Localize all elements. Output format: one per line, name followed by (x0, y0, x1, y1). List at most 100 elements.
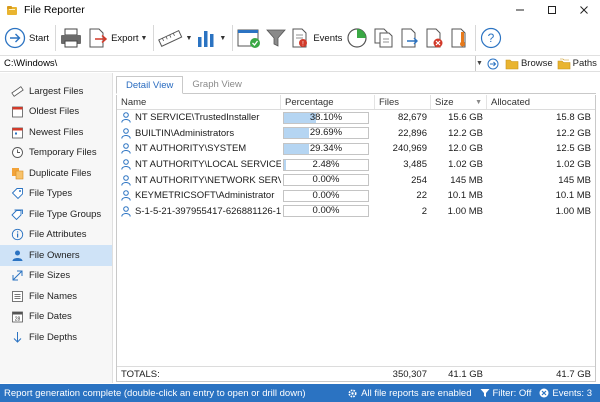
sidebar-item-file-types[interactable]: File Types (0, 184, 112, 205)
table-row[interactable]: S-1-5-21-397955417-626881126-18... 0.00% 2… (117, 204, 595, 220)
sidebar-item-file-owners[interactable]: File Owners (0, 245, 112, 266)
start-button[interactable]: Start (4, 23, 49, 53)
owner-name: NT AUTHORITY\NETWORK SERVICE (135, 174, 281, 186)
sidebar-item-file-dates[interactable]: 28 File Dates (0, 307, 112, 328)
column-header-files[interactable]: Files (375, 95, 431, 109)
tab-graph-view[interactable]: Graph View (183, 75, 250, 93)
percentage-cell: 29.34% (281, 142, 375, 155)
bar-chart-icon (198, 31, 214, 47)
totals-size: 41.1 GB (448, 368, 483, 380)
status-bar: Report generation complete (double-click… (0, 384, 600, 402)
table-body: NT SERVICE\TrustedInstaller 38.10% 82,679 1… (117, 110, 595, 219)
sidebar-item-duplicate-files[interactable]: Duplicate Files (0, 163, 112, 184)
sidebar-item-largest-files[interactable]: Largest Files (0, 81, 112, 102)
sidebar-item-label: File Attributes (29, 229, 87, 241)
paths-button[interactable]: Paths ▼ (557, 58, 600, 70)
ruler-button[interactable]: ▼ (157, 23, 192, 53)
column-header-allocated[interactable]: Allocated (487, 95, 595, 109)
table-row[interactable]: NT AUTHORITY\NETWORK SERVICE 0.00% 254 145 … (117, 172, 595, 188)
title-bar: File Reporter (0, 0, 600, 20)
allocated-cell: 1.00 MB (555, 205, 591, 217)
sidebar-item-label: File Depths (29, 331, 78, 343)
select-reports-button[interactable] (236, 23, 262, 53)
filter-status[interactable]: Filter: Off (480, 388, 531, 399)
allocated-cell: 1.02 GB (556, 159, 591, 171)
sidebar-item-oldest-files[interactable]: Oldest Files (0, 102, 112, 123)
chart-button[interactable]: ▼ (195, 23, 226, 53)
files-cell: 254 (411, 174, 427, 186)
size-cell: 15.6 GB (448, 112, 483, 124)
sidebar-item-label: Duplicate Files (29, 167, 92, 179)
sidebar-item-newest-files[interactable]: Newest Files (0, 122, 112, 143)
resize-arrows-icon (10, 269, 24, 283)
toolbar-separator (153, 25, 155, 51)
export-button[interactable]: Export ▼ (86, 23, 147, 53)
go-button[interactable] (487, 58, 501, 70)
totals-files: 350,307 (392, 368, 427, 380)
sidebar-item-temporary-files[interactable]: Temporary Files (0, 143, 112, 164)
path-input[interactable] (0, 56, 476, 71)
printer-icon (61, 28, 82, 48)
files-cell: 22,896 (397, 127, 427, 139)
events-x-icon (539, 388, 549, 398)
percentage-bar: 0.00% (283, 205, 369, 218)
filter-button[interactable] (265, 23, 287, 53)
pie-chart-button[interactable] (345, 23, 369, 53)
copy-button[interactable] (372, 23, 396, 53)
reports-status[interactable]: All file reports are enabled (347, 388, 472, 399)
percentage-cell: 38.10% (281, 111, 375, 124)
sidebar-item-file-depths[interactable]: File Depths (0, 327, 112, 348)
column-header-size[interactable]: Size ▼ (431, 95, 487, 109)
sidebar-item-file-names[interactable]: File Names (0, 286, 112, 307)
open-file-button[interactable] (399, 23, 421, 53)
owner-name-cell: BUILTIN\Administrators (117, 128, 281, 139)
percentage-bar: 29.69% (283, 127, 369, 140)
events-button[interactable]: ! Events (290, 23, 342, 53)
table-row[interactable]: KEYMETRICSOFT\Administrator 0.00% 22 10.1 M… (117, 188, 595, 204)
toolbar-separator (475, 25, 477, 51)
owner-name-cell: NT SERVICE\TrustedInstaller (117, 112, 281, 123)
maximize-button[interactable] (536, 0, 568, 20)
file-delete-icon (426, 28, 443, 48)
window-controls (504, 0, 600, 20)
close-button[interactable] (568, 0, 600, 20)
toolbar: Start Export ▼ ▼ ▼ ! Events ? (0, 21, 600, 55)
percentage-cell: 0.00% (281, 174, 375, 187)
table-row[interactable]: NT AUTHORITY\SYSTEM 29.34% 240,969 12.0 GB 1… (117, 141, 595, 157)
view-tabs: Detail View Graph View (116, 76, 596, 94)
sidebar-item-label: Temporary Files (29, 147, 97, 159)
properties-button[interactable] (449, 23, 469, 53)
events-status[interactable]: Events: 3 (539, 388, 592, 399)
gear-icon (348, 388, 357, 398)
sidebar-item-file-attributes[interactable]: File Attributes (0, 225, 112, 246)
tab-detail-view[interactable]: Detail View (116, 76, 184, 94)
owner-name: NT SERVICE\TrustedInstaller (135, 112, 260, 124)
column-header-name[interactable]: Name (117, 95, 281, 109)
percentage-text: 0.00% (312, 174, 340, 186)
sidebar-item-file-type-groups[interactable]: File Type Groups (0, 204, 112, 225)
print-button[interactable] (59, 23, 83, 53)
help-button[interactable]: ? (479, 23, 503, 53)
sidebar-item-label: File Owners (29, 249, 80, 261)
start-arrow-icon (4, 27, 26, 49)
table-row[interactable]: BUILTIN\Administrators 29.69% 22,896 12.2 G… (117, 126, 595, 142)
ruler-icon (158, 29, 183, 47)
table-row[interactable]: NT AUTHORITY\LOCAL SERVICE 2.48% 3,485 1.02… (117, 157, 595, 173)
minimize-button[interactable] (504, 0, 536, 20)
copy-icon (374, 28, 393, 48)
chevron-down-icon: ▼ (219, 34, 227, 42)
allocated-cell: 145 MB (558, 174, 591, 186)
sidebar-item-file-sizes[interactable]: File Sizes (0, 266, 112, 287)
percentage-text: 29.69% (309, 127, 343, 139)
owner-name: KEYMETRICSOFT\Administrator (135, 190, 275, 202)
allocated-cell: 15.8 GB (556, 112, 591, 124)
browse-button[interactable]: Browse (505, 58, 553, 70)
percentage-text: 0.00% (312, 205, 340, 217)
column-header-percentage[interactable]: Percentage (281, 95, 375, 109)
percentage-bar: 29.34% (283, 142, 369, 155)
table-row[interactable]: NT SERVICE\TrustedInstaller 38.10% 82,679 1… (117, 110, 595, 126)
path-dropdown-icon[interactable]: ▼ (476, 60, 483, 67)
delete-file-button[interactable] (424, 23, 446, 53)
chevron-down-icon: ▼ (140, 34, 148, 42)
tag-icon (10, 187, 24, 201)
